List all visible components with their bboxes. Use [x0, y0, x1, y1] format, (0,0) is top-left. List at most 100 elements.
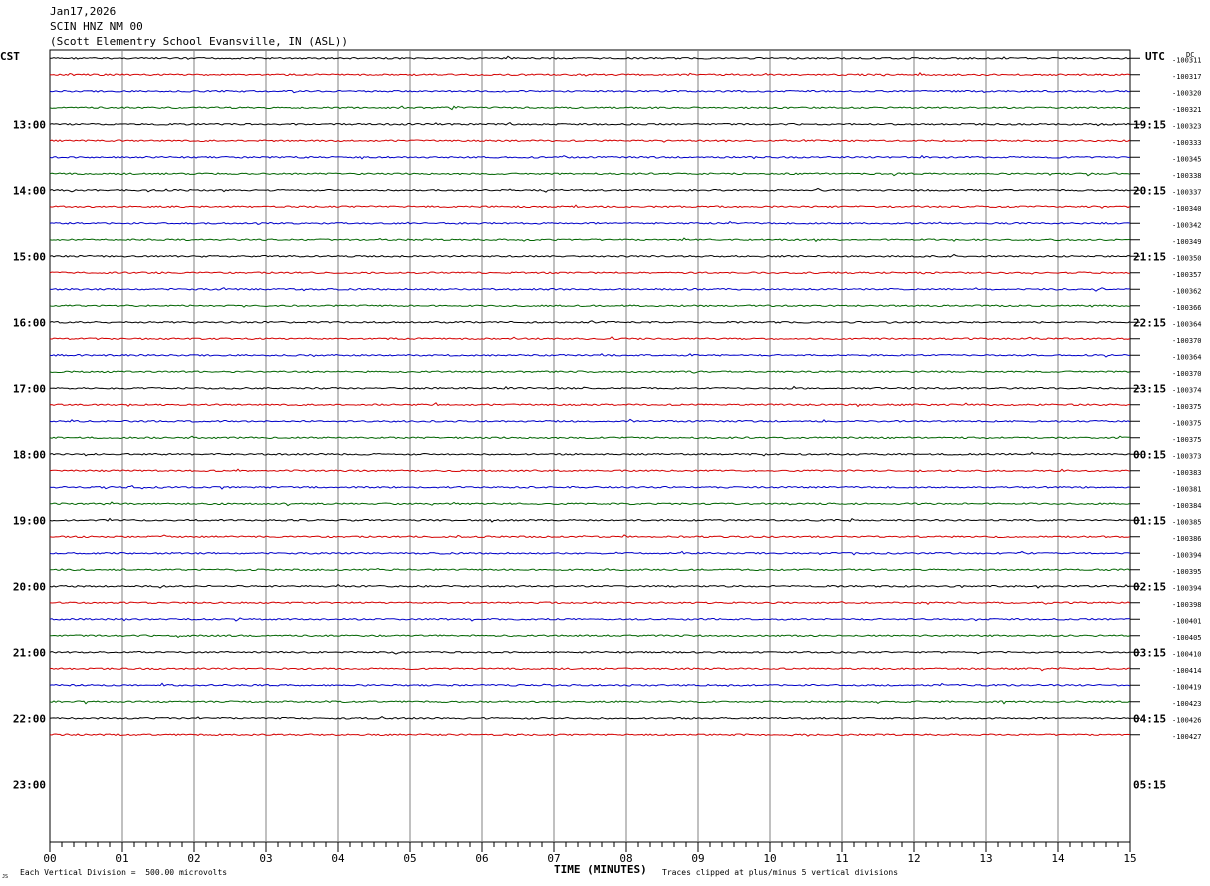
dc-offset-label: -100364 [1172, 353, 1202, 361]
helicorder-plot: 00 01 02 03 04 05 06 07 08 09 10 11 12 13 14 15-100311-… [0, 49, 1202, 880]
x-tick-label: 06 [475, 852, 488, 865]
dc-offset-label: -100370 [1172, 370, 1202, 378]
dc-offset-label: -100345 [1172, 155, 1202, 163]
hour-label-right: 00:15 [1133, 448, 1166, 461]
dc-offset-label: -100426 [1172, 716, 1202, 724]
x-tick-label: 12 [907, 852, 920, 865]
seismic-trace [49, 617, 1131, 622]
x-tick-label: 00 [43, 852, 56, 865]
dc-offset-label: -100386 [1172, 535, 1202, 543]
seismic-trace [49, 271, 1131, 275]
dc-offset-label: -100364 [1172, 320, 1202, 328]
dc-offset-label: -100427 [1172, 733, 1202, 741]
dc-offset-label: -100405 [1172, 634, 1202, 642]
dc-offset-label: -100366 [1172, 304, 1202, 312]
corner-mark: JS [2, 874, 8, 880]
hour-label-right: 03:15 [1133, 646, 1166, 659]
right-timezone-label: UTC [1145, 50, 1165, 63]
x-tick-label: 11 [835, 852, 848, 865]
seismic-trace [49, 220, 1131, 225]
seismic-trace [49, 187, 1130, 193]
dc-offset-label: -100370 [1172, 337, 1202, 345]
dc-offset-label: -100337 [1172, 188, 1202, 196]
plot-grid [49, 49, 1140, 852]
seismic-trace [49, 601, 1131, 605]
dc-offset-label: -100373 [1172, 452, 1202, 460]
dc-offset-label: -100342 [1172, 221, 1202, 229]
seismic-trace [49, 583, 1131, 589]
hour-label-left: 17:00 [13, 382, 46, 395]
dc-offset-label: -100423 [1172, 700, 1202, 708]
dc-label: DC [1186, 51, 1194, 59]
hour-label-right: 23:15 [1133, 382, 1166, 395]
seismic-trace [49, 122, 1131, 127]
dc-offset-label: -100357 [1172, 271, 1202, 279]
dc-offset-label: -100414 [1172, 667, 1202, 675]
seismic-trace [49, 154, 1130, 160]
hour-label-right: 22:15 [1133, 316, 1166, 329]
dc-offset-label: -100398 [1172, 601, 1202, 609]
traces [49, 55, 1131, 737]
clip-note: Traces clipped at plus/minus 5 vertical … [662, 868, 898, 877]
hour-label-left: 16:00 [13, 316, 46, 329]
seismic-trace [49, 237, 1131, 243]
seismic-trace [49, 204, 1131, 209]
dc-offset-label: -100401 [1172, 617, 1202, 625]
seismic-trace [49, 517, 1131, 523]
x-tick-label: 03 [259, 852, 272, 865]
x-tick-label: 14 [1051, 852, 1065, 865]
seismic-trace [49, 468, 1131, 473]
seismic-trace [49, 418, 1131, 423]
dc-offset-label: -100394 [1172, 584, 1202, 592]
seismic-trace [49, 550, 1131, 556]
dc-offset-label: -100374 [1172, 386, 1202, 394]
dc-offset-label: -100384 [1172, 502, 1202, 510]
seismic-trace [49, 320, 1131, 324]
seismic-trace [49, 435, 1131, 440]
x-tick-label: 05 [403, 852, 416, 865]
dc-offset-label: -100395 [1172, 568, 1202, 576]
dc-offset-label: -100410 [1172, 650, 1202, 658]
axis-labels: 00 01 02 03 04 05 06 07 08 09 10 11 12 13 14 15-100311-… [13, 56, 1202, 865]
hour-label-left: 15:00 [13, 250, 46, 263]
hour-label-left: 14:00 [13, 184, 46, 197]
dc-offset-label: -100317 [1172, 73, 1202, 81]
seismic-trace [49, 89, 1131, 94]
x-tick-label: 10 [763, 852, 776, 865]
hour-label-right: 01:15 [1133, 514, 1166, 527]
dc-offset-label: -100375 [1172, 436, 1202, 444]
seismic-trace [49, 650, 1131, 655]
seismic-trace [49, 402, 1131, 408]
dc-offset-label: -100362 [1172, 287, 1202, 295]
hour-label-left: 18:00 [13, 448, 46, 461]
x-tick-label: 15 [1123, 852, 1136, 865]
dc-offset-label: -100394 [1172, 551, 1202, 559]
seismic-trace [49, 55, 1131, 60]
seismic-trace [49, 682, 1131, 687]
dc-offset-label: -100321 [1172, 106, 1202, 114]
seismic-trace [49, 172, 1131, 177]
x-axis-title: TIME (MINUTES) [554, 863, 647, 876]
dc-offset-label: -100375 [1172, 403, 1202, 411]
hour-label-right: 20:15 [1133, 184, 1166, 197]
hour-label-right: 04:15 [1133, 712, 1166, 725]
dc-offset-label: -100349 [1172, 238, 1202, 246]
seismic-trace [49, 700, 1131, 705]
x-tick-label: 13 [979, 852, 992, 865]
seismic-trace [49, 336, 1131, 341]
dc-offset-label: -100323 [1172, 122, 1202, 130]
dc-offset-label: -100320 [1172, 89, 1202, 97]
seismic-trace [49, 733, 1131, 737]
seismic-trace [49, 304, 1130, 308]
hour-label-right: 05:15 [1133, 778, 1166, 791]
dc-offset-label: -100375 [1172, 419, 1202, 427]
dc-offset-label: -100419 [1172, 683, 1202, 691]
hour-label-left: 20:00 [13, 580, 46, 593]
seismic-trace [49, 484, 1131, 490]
seismic-trace [49, 385, 1131, 390]
x-tick-label: 01 [115, 852, 128, 865]
seismic-trace [49, 634, 1131, 639]
seismic-trace [49, 451, 1130, 457]
hour-label-left: 21:00 [13, 646, 46, 659]
seismic-trace [49, 105, 1131, 111]
